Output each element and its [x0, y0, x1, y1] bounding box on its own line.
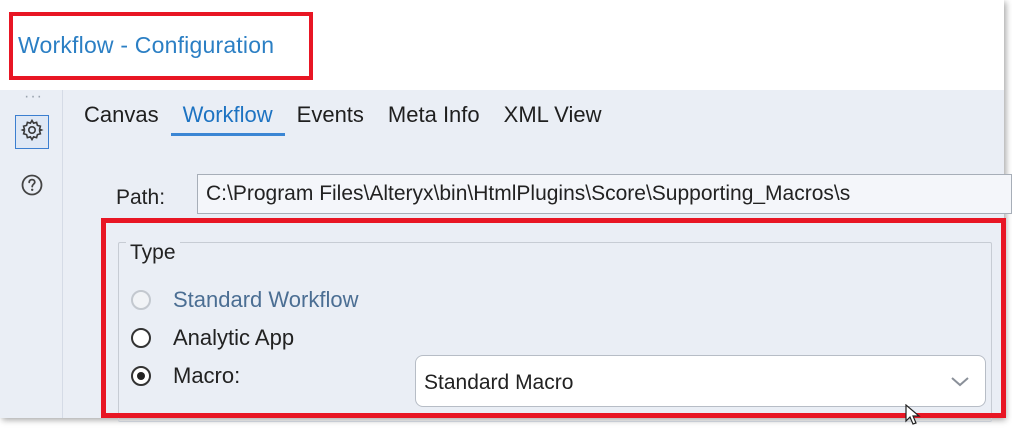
- tab-events[interactable]: Events: [285, 102, 376, 136]
- rail-more-dots-icon[interactable]: ···: [24, 89, 43, 105]
- mouse-cursor-icon: [905, 403, 921, 430]
- title-highlight-box: [9, 12, 313, 80]
- tab-workflow[interactable]: Workflow: [170, 102, 285, 136]
- path-label: Path:: [116, 186, 166, 209]
- type-highlight-box: [101, 218, 1006, 418]
- path-field[interactable]: C:\Program Files\Alteryx\bin\HtmlPlugins…: [197, 174, 1012, 214]
- tab-meta-info[interactable]: Meta Info: [376, 102, 492, 136]
- tab-xml-view[interactable]: XML View: [492, 102, 614, 136]
- gear-icon: [20, 118, 44, 147]
- help-rail-button[interactable]: [15, 170, 49, 204]
- tab-canvas[interactable]: Canvas: [72, 102, 171, 136]
- question-circle-icon: [20, 173, 44, 202]
- config-tabs: Canvas Workflow Events Meta Info XML Vie…: [72, 100, 613, 136]
- settings-rail-button[interactable]: [15, 115, 49, 149]
